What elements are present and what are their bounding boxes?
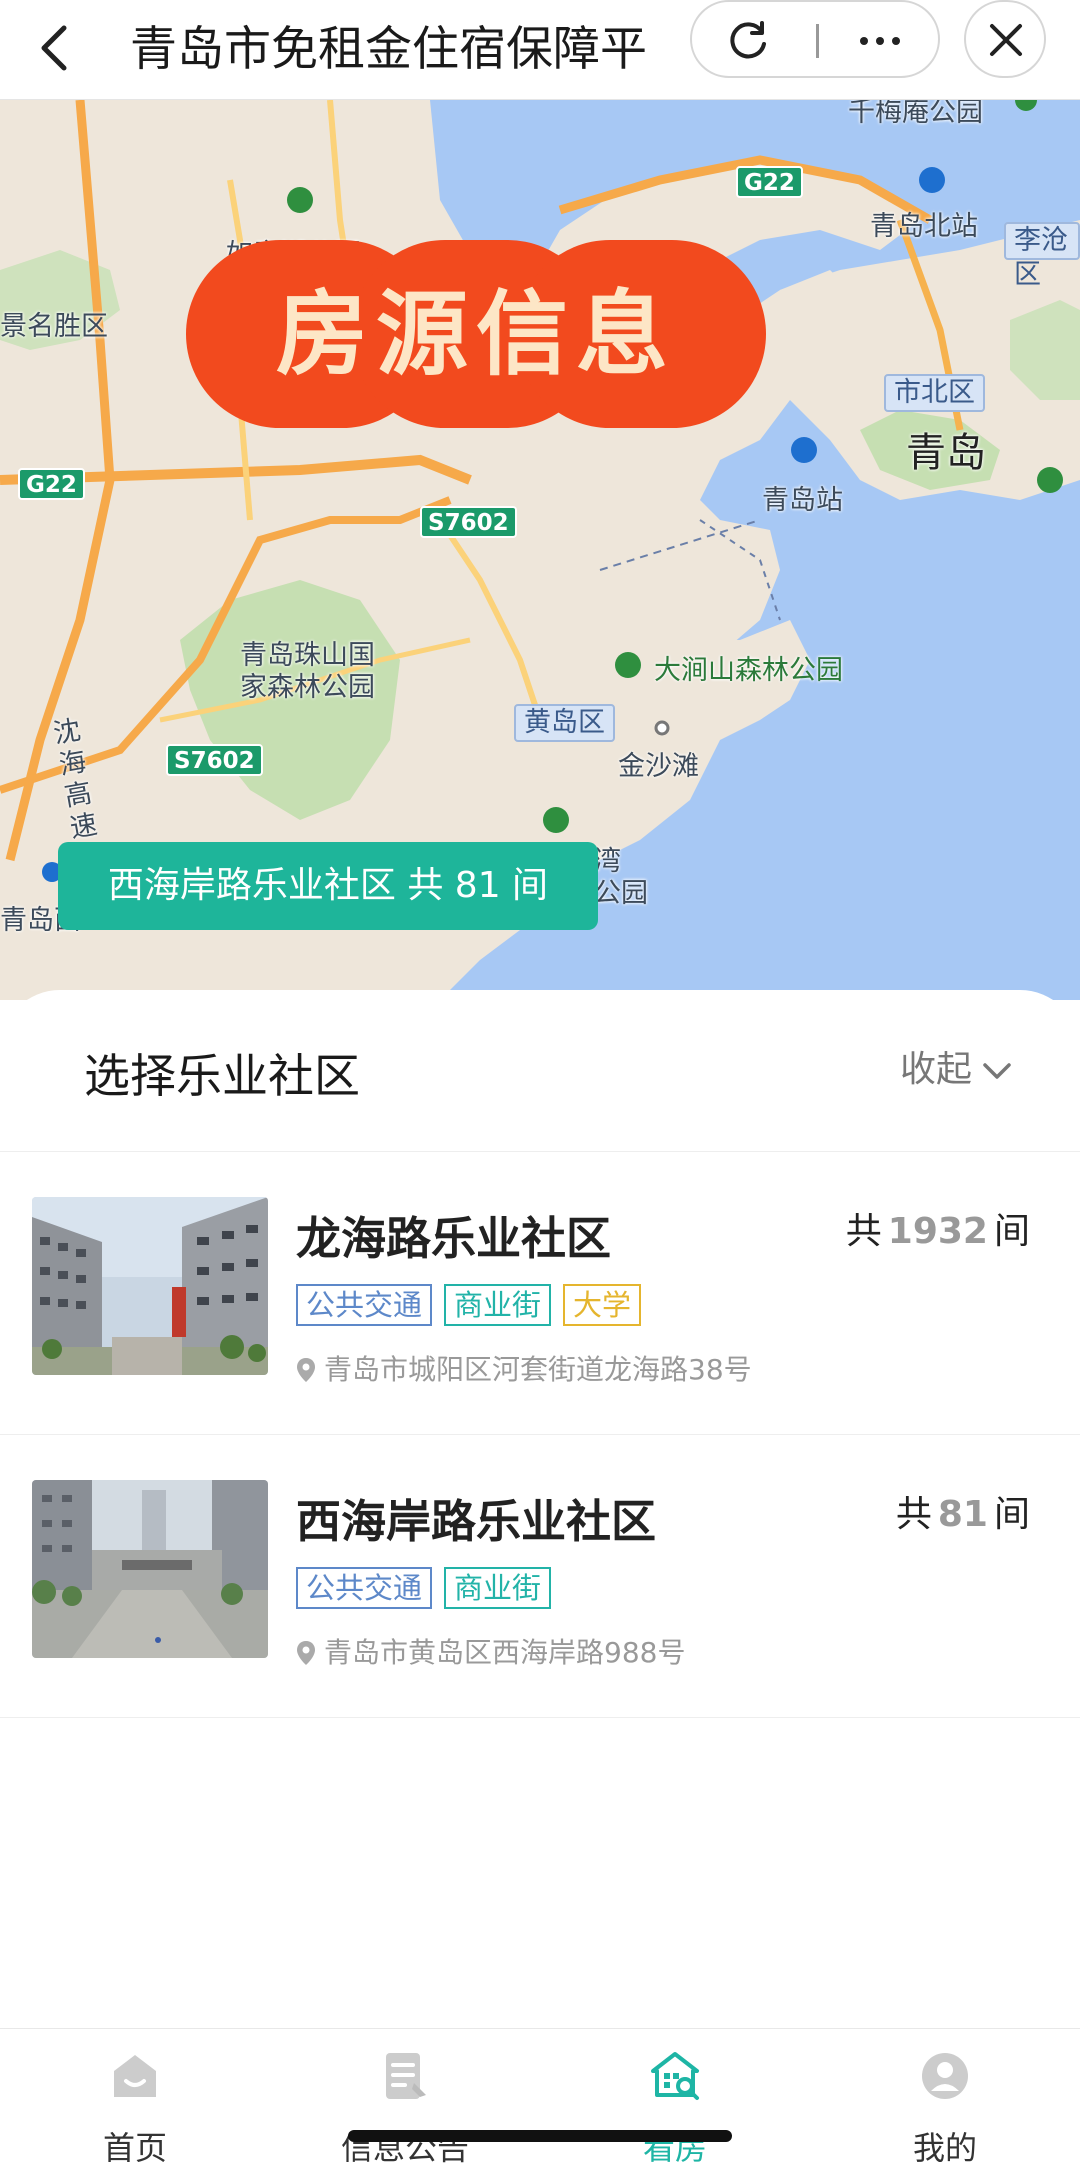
room-count-suffix: 间 bbox=[993, 1494, 1030, 1535]
back-button[interactable] bbox=[30, 18, 78, 78]
address-text: 青岛市黄岛区西海岸路988号 bbox=[324, 1636, 686, 1669]
app-root: 青岛市免租金住宿保障平 G22 G22 S7602 S7602 青岛 青岛北站 … bbox=[0, 0, 1080, 2170]
close-icon bbox=[990, 24, 1022, 56]
tag-public-transport: 公共交通 bbox=[296, 1567, 433, 1609]
collapse-button[interactable]: 收起 bbox=[900, 1040, 1012, 1092]
highway-shield-g22-top: G22 bbox=[736, 166, 803, 198]
tab-home[interactable]: 首页 bbox=[0, 2029, 270, 2170]
room-count-suffix: 间 bbox=[993, 1211, 1030, 1252]
capsule-divider bbox=[816, 24, 819, 58]
location-pin-icon bbox=[297, 1641, 315, 1665]
room-count: 共 81 间 bbox=[896, 1485, 1030, 1537]
highway-shield-s7602-left: S7602 bbox=[166, 744, 263, 776]
page-title: 青岛市免租金住宿保障平 bbox=[130, 22, 647, 77]
refresh-icon bbox=[730, 21, 766, 59]
community-sheet: 选择乐业社区 收起 龙海路乐业社区 共 1932 间 公共交通 商业街 大学 青… bbox=[0, 990, 1080, 2170]
tag-public-transport: 公共交通 bbox=[296, 1284, 433, 1326]
map-district-shibei: 市北区 bbox=[884, 374, 985, 412]
map-district-licang: 李沧区 bbox=[1004, 222, 1080, 290]
location-pin-icon bbox=[297, 1358, 315, 1382]
tag-commercial-street: 商业街 bbox=[444, 1567, 552, 1609]
community-photo bbox=[32, 1480, 268, 1658]
tag-commercial-street: 商业街 bbox=[444, 1284, 552, 1326]
highway-shield-s7602-mid: S7602 bbox=[420, 506, 517, 538]
map-label-scenic-area: 景名胜区 bbox=[0, 311, 108, 342]
community-name: 龙海路乐业社区 bbox=[296, 1212, 612, 1265]
map-label-dazhushan: 大涧山森林公园 bbox=[654, 655, 843, 686]
map-label-qingdao: 青岛 bbox=[906, 430, 986, 476]
map-view[interactable]: G22 G22 S7602 S7602 青岛 青岛北站 青岛站 李沧区 市北区 … bbox=[0, 100, 1080, 1000]
highway-shield-g22-left: G22 bbox=[18, 468, 85, 500]
collapse-label: 收起 bbox=[900, 1049, 973, 1090]
tag-list: 公共交通 商业街 大学 bbox=[296, 1284, 653, 1326]
home-icon bbox=[114, 2055, 156, 2097]
community-address: 青岛市城阳区河套街道龙海路38号 bbox=[296, 1348, 752, 1388]
sheet-header: 选择乐业社区 收起 bbox=[0, 990, 1080, 1152]
room-count: 共 1932 间 bbox=[846, 1202, 1030, 1254]
tab-home-label: 首页 bbox=[102, 2129, 167, 2167]
tab-view-houses[interactable]: 看房 bbox=[540, 2029, 810, 2170]
map-label-park-top-right: 千梅庵公园 bbox=[848, 100, 983, 128]
map-label-qingdao-station: 青岛站 bbox=[762, 485, 843, 516]
mini-program-capsule bbox=[690, 0, 940, 78]
room-count-prefix: 共 bbox=[895, 1494, 932, 1535]
notice-icon bbox=[386, 2053, 426, 2099]
community-name: 西海岸路乐业社区 bbox=[296, 1495, 657, 1548]
tab-mine-label: 我的 bbox=[912, 2129, 977, 2167]
community-list-item[interactable]: 龙海路乐业社区 共 1932 间 公共交通 商业街 大学 青岛市城阳区河套街道龙海路38… bbox=[0, 1152, 1080, 1435]
sheet-title: 选择乐业社区 bbox=[84, 1049, 360, 1103]
tag-list: 公共交通 商业街 bbox=[296, 1567, 563, 1609]
house-search-icon bbox=[651, 2052, 699, 2100]
hero-text: 房源信息 bbox=[275, 280, 676, 388]
more-dots-icon bbox=[860, 37, 900, 45]
map-label-qingdao-north-station: 青岛北站 bbox=[870, 211, 978, 242]
tab-notices[interactable]: 信息公告 bbox=[270, 2029, 540, 2170]
home-indicator bbox=[348, 2130, 732, 2142]
room-count-prefix: 共 bbox=[845, 1211, 882, 1252]
user-icon bbox=[922, 2053, 968, 2099]
top-nav-bar: 青岛市免租金住宿保障平 bbox=[0, 0, 1080, 100]
refresh-button[interactable] bbox=[726, 18, 772, 64]
map-community-marker[interactable]: 西海岸路乐业社区 共 81 间 bbox=[58, 842, 598, 930]
tag-university: 大学 bbox=[563, 1284, 642, 1326]
map-label-bay-park: 湾 公园 bbox=[594, 846, 648, 909]
bottom-tab-bar: 首页 信息公告 看房 我的 bbox=[0, 2028, 1080, 2170]
room-count-value: 81 bbox=[937, 1494, 988, 1535]
community-address: 青岛市黄岛区西海岸路988号 bbox=[296, 1631, 685, 1671]
more-button[interactable] bbox=[850, 18, 910, 64]
community-photo bbox=[32, 1197, 268, 1375]
room-count-value: 1932 bbox=[887, 1211, 988, 1252]
community-list-item[interactable]: 西海岸路乐业社区 共 81 间 公共交通 商业街 青岛市黄岛区西海岸路988号 bbox=[0, 1435, 1080, 1718]
chevron-down-icon bbox=[983, 1063, 1011, 1079]
close-button[interactable] bbox=[964, 0, 1046, 78]
map-district-huangdao: 黄岛区 bbox=[514, 704, 615, 742]
back-arrow-icon bbox=[41, 25, 67, 71]
address-text: 青岛市城阳区河套街道龙海路38号 bbox=[324, 1353, 752, 1386]
map-label-zhushan: 青岛珠山国 家森林公园 bbox=[240, 640, 375, 703]
tab-mine[interactable]: 我的 bbox=[810, 2029, 1080, 2170]
hero-banner: 房源信息 bbox=[186, 240, 766, 428]
map-label-jinshatan: 金沙滩 bbox=[618, 751, 699, 782]
